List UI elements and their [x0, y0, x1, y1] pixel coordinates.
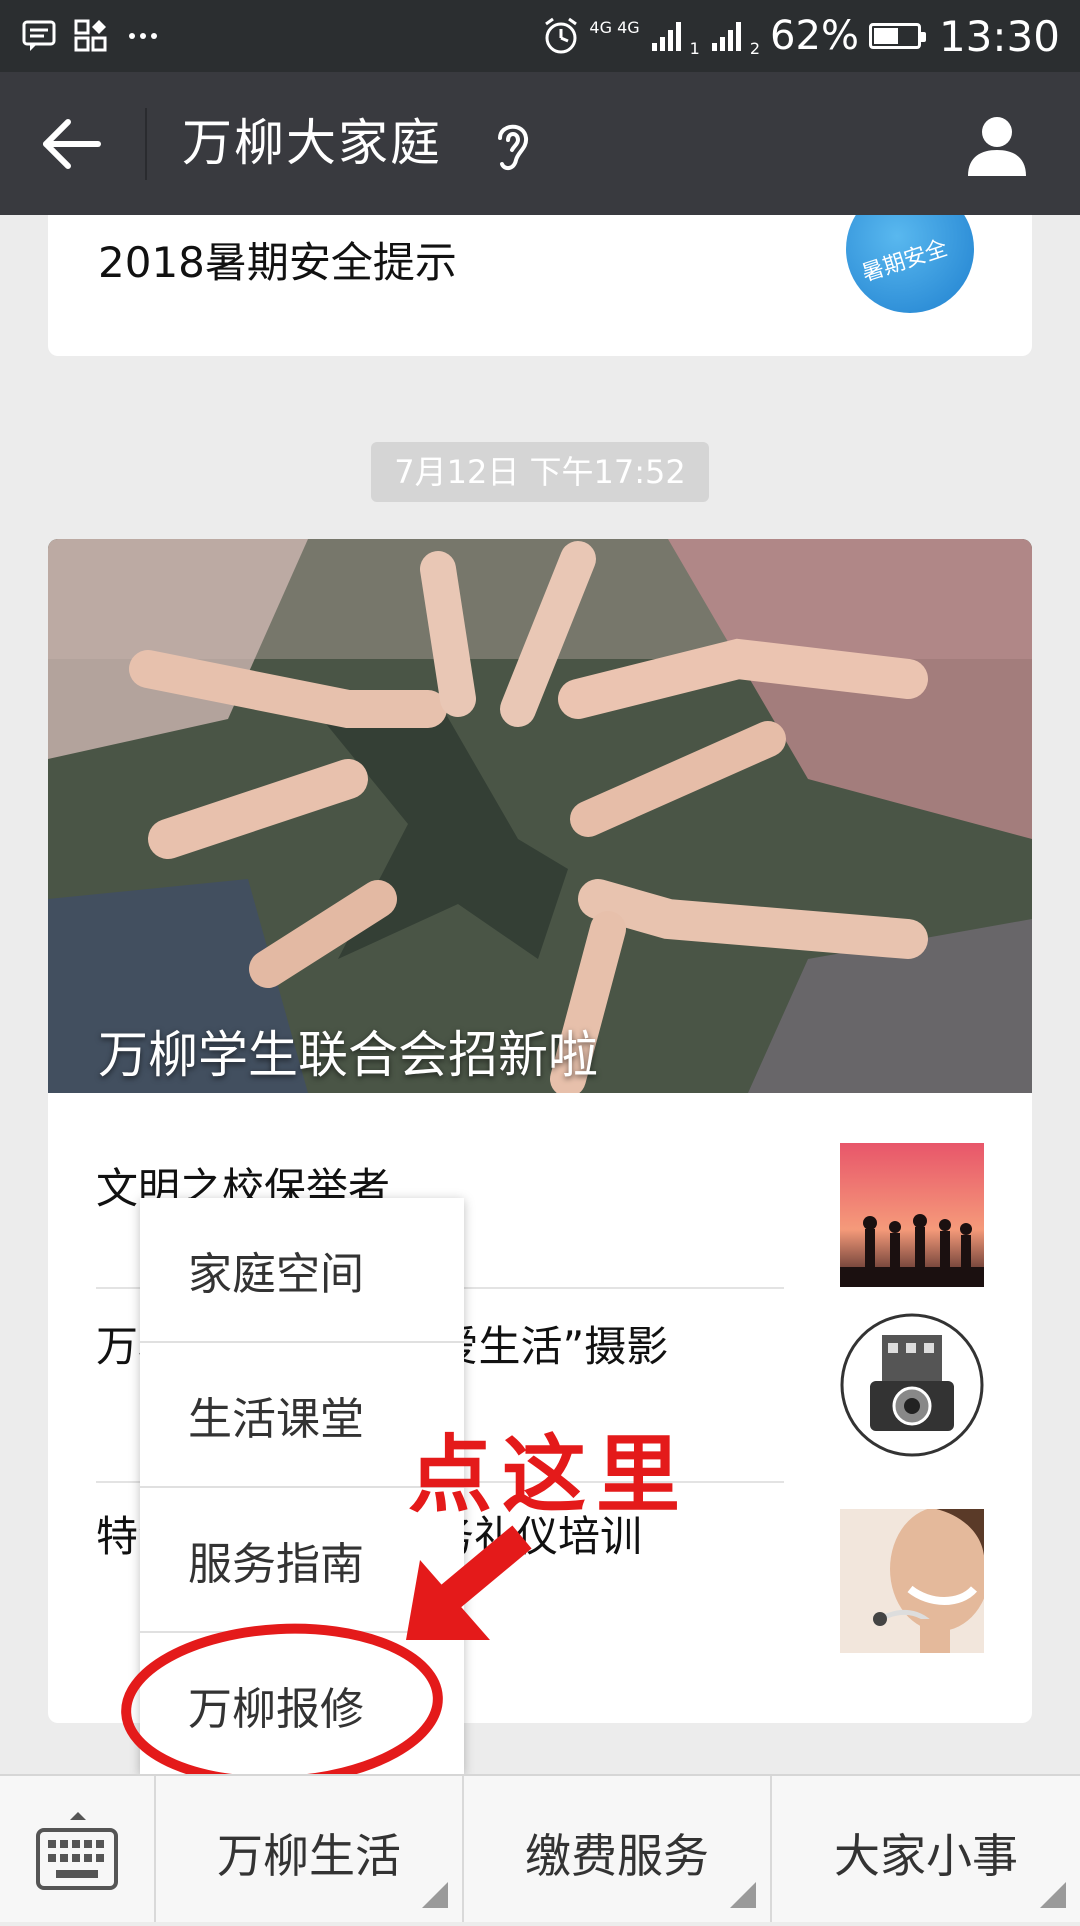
menu-item-label: 服务指南 [188, 1539, 364, 1590]
keyboard-toggle-button[interactable] [0, 1776, 154, 1922]
article-thumbnail: 暑期安全 [846, 215, 974, 313]
menu-item-family-space[interactable]: 家庭空间 [140, 1198, 464, 1342]
article-title: 2018暑期安全提示 [98, 238, 457, 287]
sim1-label: 1 [689, 38, 700, 58]
tab-payment-service[interactable]: 缴费服务 [462, 1776, 770, 1922]
signal-icon-sim1 [651, 22, 681, 51]
annotation-text: 点这里 [408, 1426, 691, 1524]
status-bar: 4G 4G 1 2 62% 13:30 [0, 0, 1080, 72]
network-type: 4G 4G [589, 17, 640, 37]
profile-icon[interactable] [964, 112, 1030, 178]
signal-icon-sim2 [711, 22, 741, 51]
thumbnail-text: 暑期安全 [859, 235, 951, 287]
message-icon [22, 20, 56, 51]
title-divider [145, 108, 147, 180]
menu-item-repair[interactable]: 万柳报修 [140, 1633, 464, 1777]
page-title: 万柳大家庭 [182, 114, 442, 172]
sunset-people-thumbnail [840, 1143, 984, 1287]
camera-building-thumbnail [840, 1313, 984, 1457]
clock: 13:30 [938, 11, 1060, 61]
headset-woman-thumbnail [840, 1509, 984, 1653]
hands-star-photo [48, 539, 1032, 1093]
bottom-menu-bar: 万柳生活 缴费服务 大家小事 [0, 1774, 1080, 1922]
hero-image[interactable]: 万柳学生联合会招新啦 [48, 539, 1032, 1093]
article-card-top[interactable]: 2018暑期安全提示 暑期安全 [48, 215, 1032, 356]
status-right: 4G 4G 1 2 62% 13:30 [543, 0, 1060, 72]
tab-label: 万柳生活 [217, 1829, 401, 1883]
menu-item-label: 万柳报修 [188, 1684, 364, 1735]
title-bar: 万柳大家庭 [0, 72, 1080, 215]
submenu-corner-icon [1040, 1882, 1066, 1908]
back-arrow-icon[interactable] [40, 114, 104, 174]
tab-wanliu-life[interactable]: 万柳生活 [154, 1776, 462, 1922]
menu-item-label: 生活课堂 [188, 1394, 364, 1445]
battery-fill [873, 28, 899, 44]
battery-percent: 62% [770, 13, 859, 59]
tab-everyday-matters[interactable]: 大家小事 [770, 1776, 1080, 1922]
keyboard-icon [36, 1812, 118, 1890]
tab-label: 缴费服务 [525, 1829, 709, 1883]
tab-label: 大家小事 [834, 1829, 1018, 1883]
alarm-icon [545, 17, 578, 54]
status-left-icons [22, 18, 158, 54]
submenu-corner-icon [422, 1882, 448, 1908]
battery-icon [868, 23, 926, 49]
hero-title: 万柳学生联合会招新啦 [98, 1026, 598, 1084]
ear-icon [498, 124, 529, 171]
apps-icon [74, 19, 107, 52]
menu-item-label: 家庭空间 [188, 1249, 364, 1300]
more-dots-icon [129, 33, 157, 39]
sim2-label: 2 [749, 38, 761, 58]
submenu-corner-icon [730, 1882, 756, 1908]
timestamp-chip: 7月12日 下午17:52 [371, 442, 709, 502]
